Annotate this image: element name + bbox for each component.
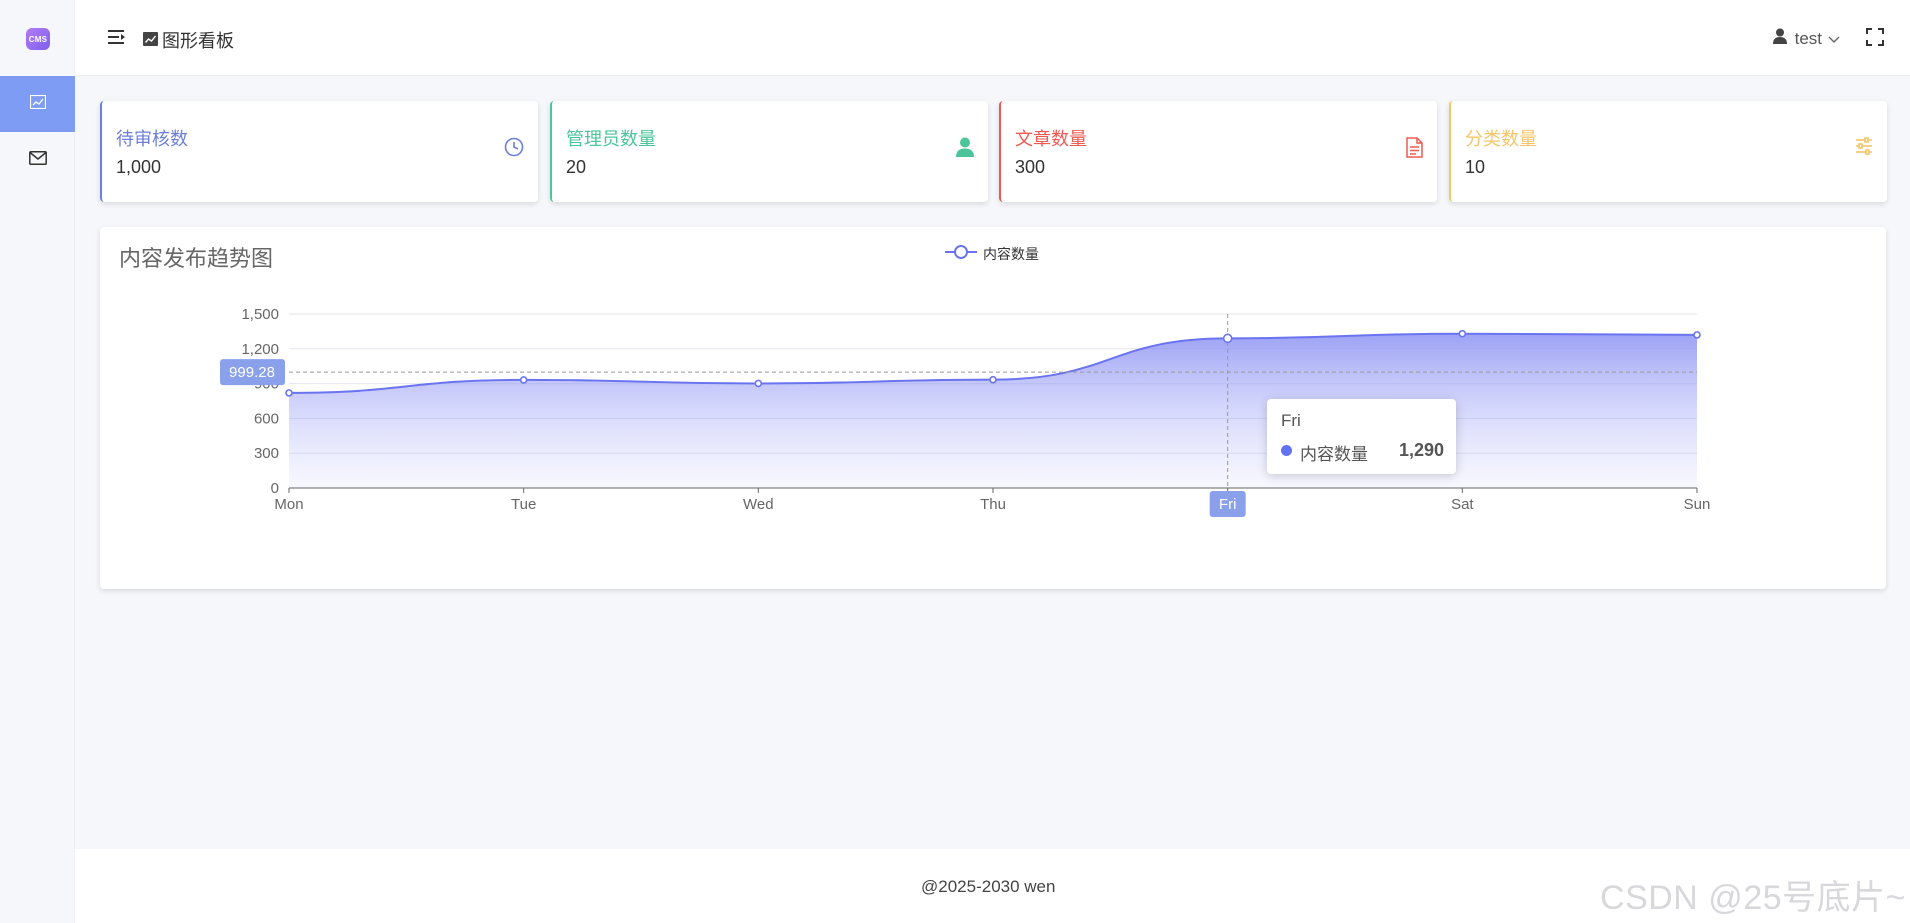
legend-label: 内容数量	[983, 245, 1039, 262]
tooltip-title: Fri	[1281, 411, 1301, 430]
breadcrumb-label: 图形看板	[162, 31, 234, 51]
breadcrumb: 图形看板	[143, 27, 234, 53]
stat-label: 分类数量	[1465, 129, 1537, 149]
watermark: CSDN @25号底片~	[1600, 879, 1906, 917]
chevron-down-icon	[1828, 29, 1840, 49]
stat-card-admins: 管理员数量 20	[550, 101, 988, 202]
user-name: test	[1794, 28, 1822, 48]
chart-icon	[143, 30, 162, 51]
chart-legend-item[interactable]: 内容数量	[945, 243, 1039, 264]
stat-label: 管理员数量	[566, 129, 656, 149]
chart-tooltip: Fri 内容数量 1,290	[1267, 399, 1456, 474]
tooltip-series-dot	[1281, 445, 1292, 456]
stat-value: 1,000	[116, 157, 162, 177]
trend-chart-panel: 内容发布趋势图 内容数量	[100, 227, 1886, 589]
user-menu[interactable]: test	[1772, 28, 1840, 49]
sidebar-item-chart[interactable]	[0, 76, 75, 132]
stat-value: 300	[1015, 157, 1046, 177]
footer-copyright: @2025-2030 wen	[921, 877, 1056, 896]
user-icon	[1772, 28, 1787, 49]
sliders-icon	[1855, 137, 1873, 160]
stat-label: 待审核数	[116, 129, 188, 149]
stat-card-categories: 分类数量 10	[1449, 101, 1887, 202]
user-icon	[956, 137, 974, 162]
stat-card-pending: 待审核数 1,000	[100, 101, 538, 202]
stat-label: 文章数量	[1015, 129, 1087, 149]
mail-icon	[28, 150, 47, 170]
tooltip-value: 1,290	[1398, 440, 1444, 460]
cms-logo[interactable]: CMS	[26, 28, 50, 50]
document-icon	[1406, 137, 1423, 163]
menu-toggle-icon[interactable]	[108, 29, 126, 50]
sidebar: CMS	[0, 0, 75, 923]
fullscreen-icon[interactable]	[1866, 28, 1884, 51]
chart-title: 内容发布趋势图	[119, 246, 274, 271]
sidebar-item-mail[interactable]	[0, 132, 75, 188]
stat-card-articles: 文章数量 300	[999, 101, 1437, 202]
chart-icon	[29, 94, 46, 114]
tooltip-series-name: 内容数量	[1300, 445, 1368, 464]
clock-icon	[504, 137, 524, 162]
legend-line-icon	[945, 243, 983, 264]
stat-value: 20	[566, 157, 587, 177]
stat-value: 10	[1465, 157, 1486, 177]
top-bar: 图形看板 test	[75, 0, 1910, 76]
